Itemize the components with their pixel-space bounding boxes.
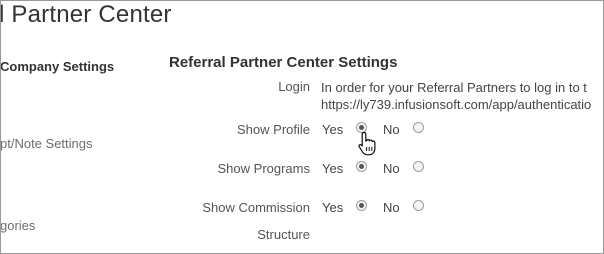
- login-instructions-line1: In order for your Referral Partners to l…: [321, 80, 587, 95]
- show-commission-no-radio[interactable]: [413, 200, 424, 211]
- sidebar-item-categories[interactable]: gories: [1, 218, 35, 233]
- show-programs-yes-radio[interactable]: [356, 161, 367, 172]
- show-profile-no-label: No: [383, 122, 400, 137]
- show-profile-no-radio[interactable]: [413, 122, 424, 133]
- page-title: l Partner Center: [0, 1, 172, 28]
- show-programs-no-radio[interactable]: [413, 161, 424, 172]
- sidebar-item-note-settings[interactable]: pt/Note Settings: [1, 136, 93, 151]
- login-label: Login: [278, 79, 310, 94]
- show-commission-label: Show Commission: [202, 200, 310, 215]
- show-commission-yes-label: Yes: [322, 200, 344, 215]
- hand-pointer-icon: [358, 131, 376, 156]
- login-url[interactable]: https://ly739.infusionsoft.com/app/authe…: [321, 96, 591, 113]
- show-profile-label: Show Profile: [237, 122, 310, 137]
- sidebar-item-company-settings[interactable]: Company Settings: [1, 59, 114, 74]
- show-programs-no-label: No: [383, 161, 400, 176]
- show-profile-yes-label: Yes: [322, 122, 344, 137]
- show-programs-yes-label: Yes: [322, 161, 344, 176]
- show-commission-no-label: No: [383, 200, 400, 215]
- show-commission-yes-radio[interactable]: [356, 200, 367, 211]
- login-instructions: In order for your Referral Partners to l…: [321, 79, 591, 113]
- section-title: Referral Partner Center Settings: [169, 54, 398, 71]
- window-frame: l Partner Center Company Settings pt/Not…: [0, 0, 604, 254]
- show-commission-label-line2: Structure: [257, 227, 310, 242]
- show-programs-label: Show Programs: [217, 161, 310, 176]
